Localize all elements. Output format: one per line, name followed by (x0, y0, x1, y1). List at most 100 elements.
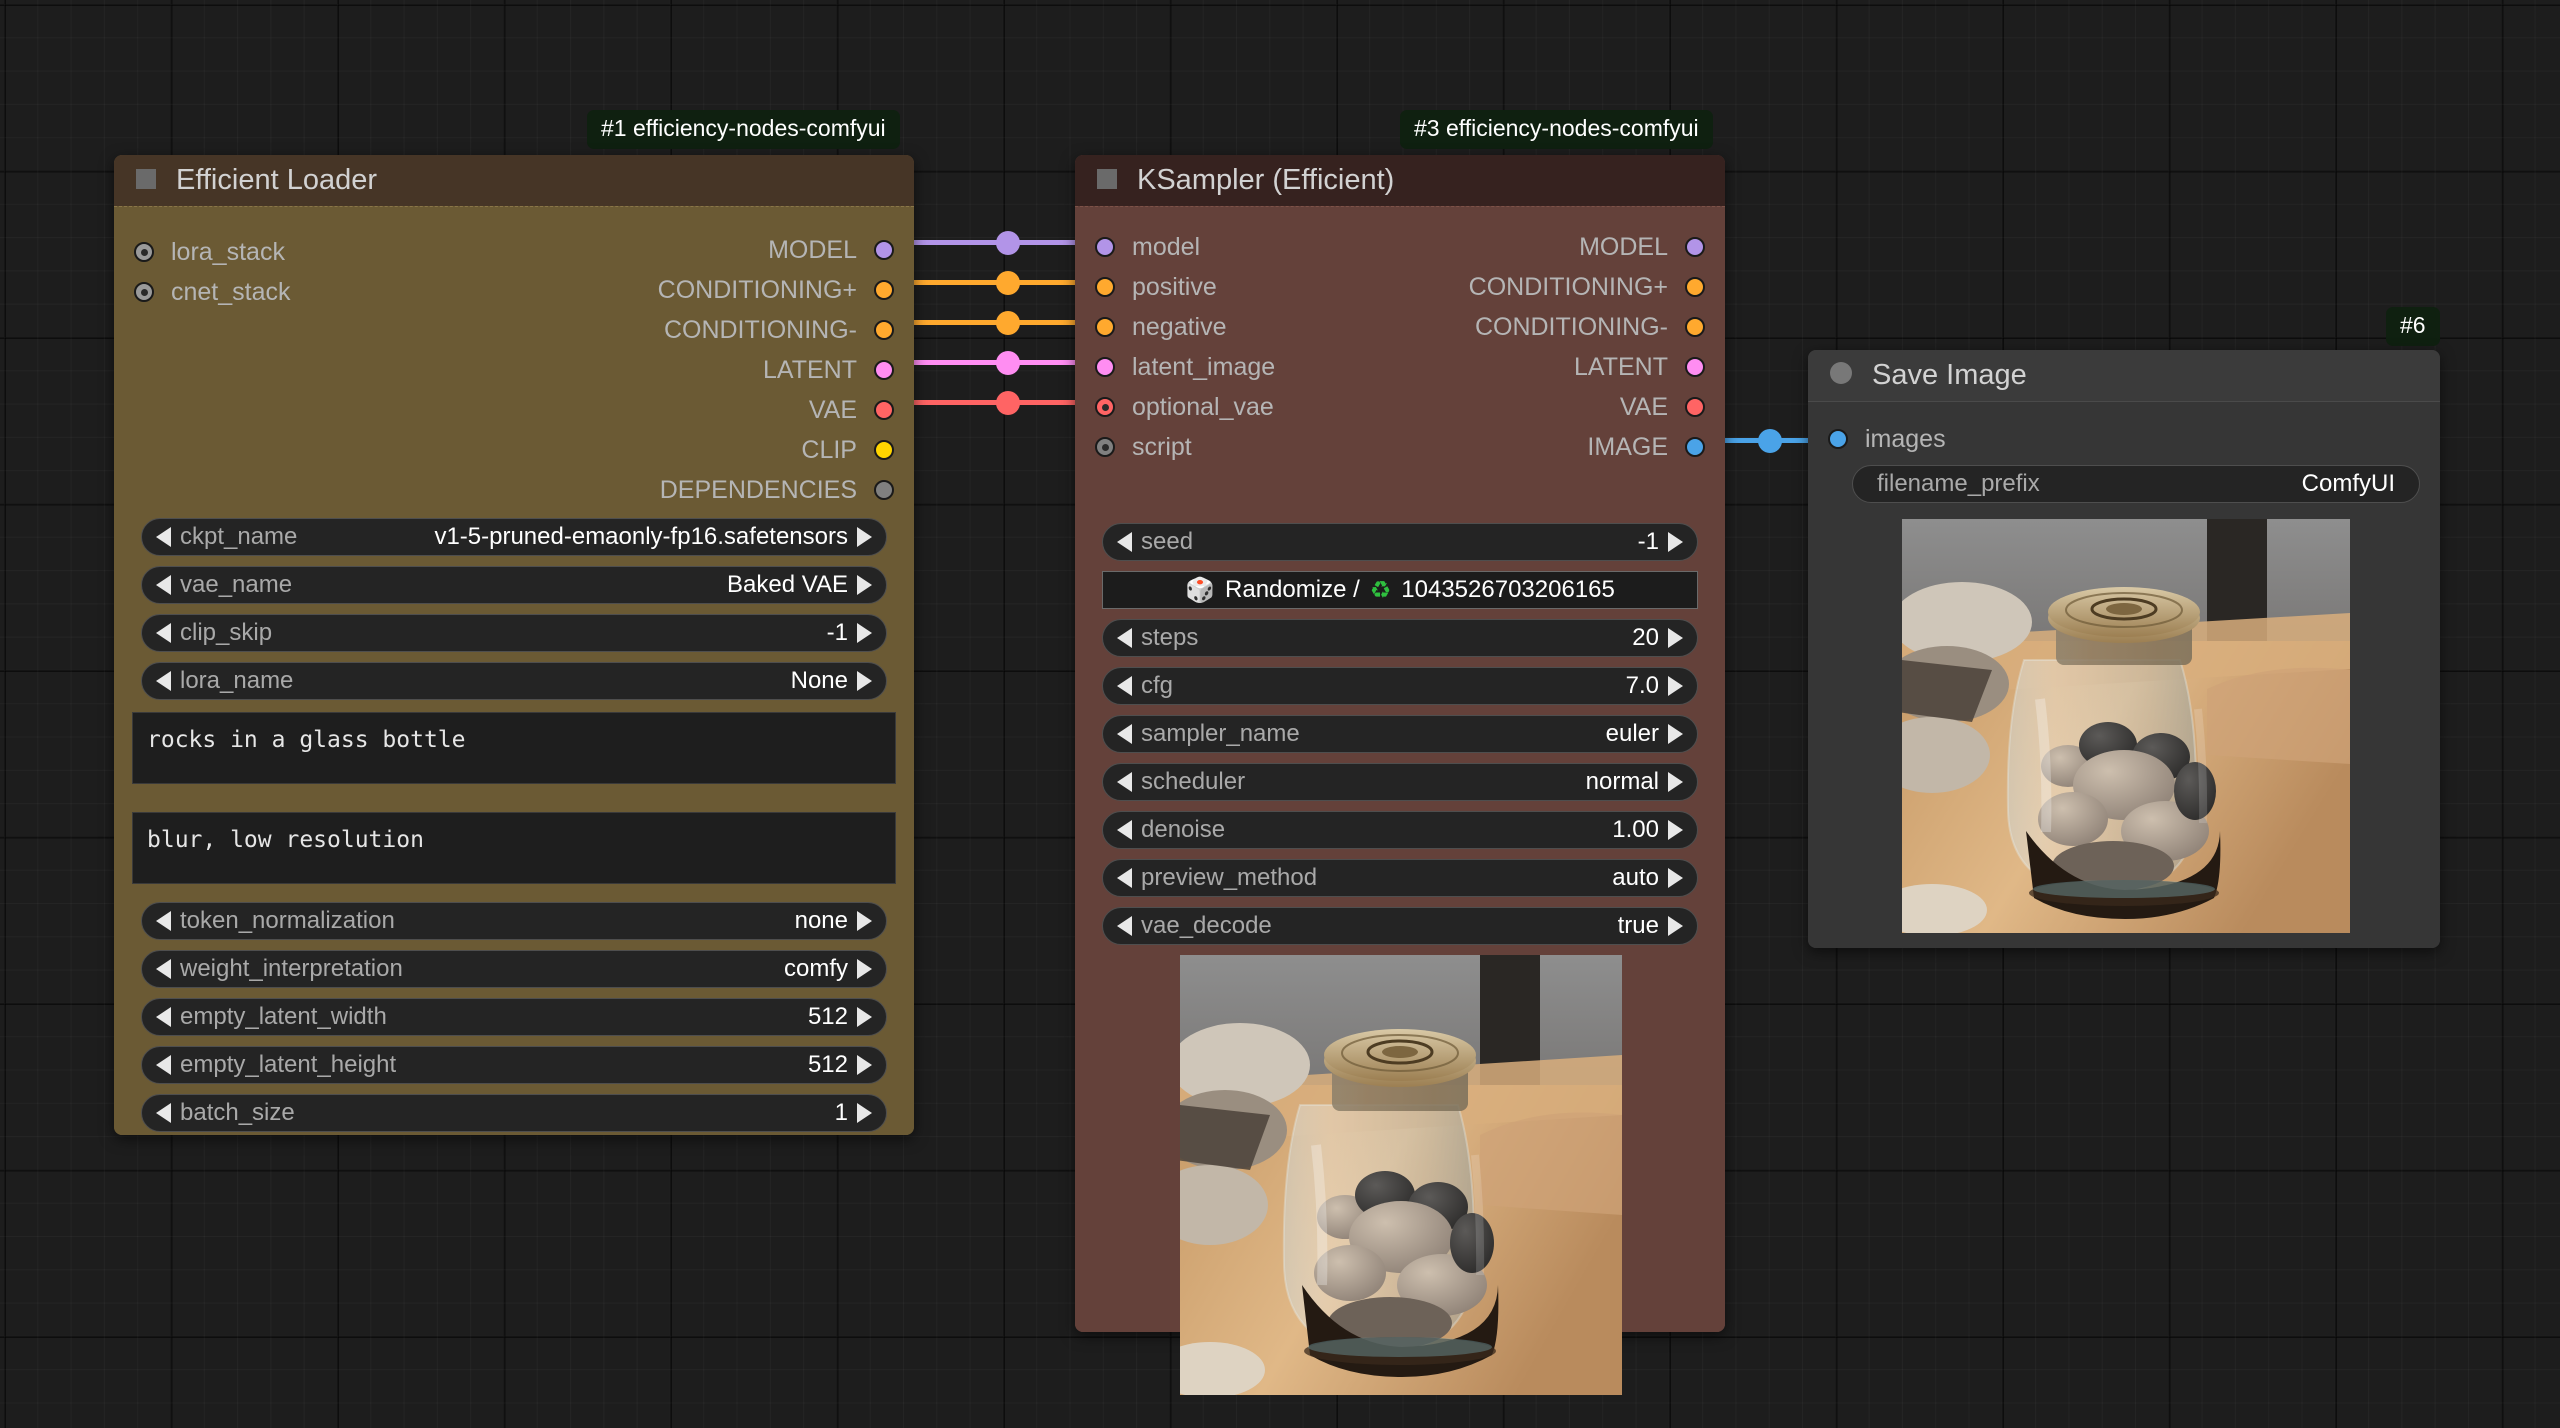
positive-prompt-textarea[interactable]: rocks in a glass bottle (132, 712, 896, 784)
slot-dot-negative[interactable] (1095, 317, 1115, 337)
slot-dot-positive[interactable] (1095, 277, 1115, 297)
link-dot-vae[interactable] (996, 391, 1020, 415)
widget-token-normalization[interactable]: token_normalization none (141, 902, 887, 940)
slot-dot-conditioning-minus[interactable] (874, 320, 894, 340)
slot-dot-clip[interactable] (874, 440, 894, 460)
slot-dot-conditioning-minus-out[interactable] (1685, 317, 1705, 337)
output-slot-model[interactable]: MODEL (1579, 232, 1705, 262)
widget-batch-size[interactable]: batch_size 1 (141, 1094, 887, 1132)
input-slot-positive[interactable]: positive (1095, 272, 1217, 302)
output-slot-clip[interactable]: CLIP (801, 435, 894, 465)
output-slot-conditioning-minus[interactable]: CONDITIONING- (1475, 312, 1705, 342)
increment-arrow-icon[interactable] (1668, 676, 1683, 696)
output-slot-vae[interactable]: VAE (809, 395, 894, 425)
widget-steps[interactable]: steps 20 (1102, 619, 1698, 657)
input-slot-images[interactable]: images (1828, 424, 1946, 454)
slot-dot-vae[interactable] (874, 400, 894, 420)
slot-dot-script[interactable] (1095, 437, 1115, 457)
node-title-efficient-loader[interactable]: Efficient Loader (114, 155, 914, 206)
widget-preview-method[interactable]: preview_method auto (1102, 859, 1698, 897)
increment-arrow-icon[interactable] (857, 527, 872, 547)
slot-dot-model[interactable] (1095, 237, 1115, 257)
link-dot-positive[interactable] (996, 271, 1020, 295)
slot-dot-vae-out[interactable] (1685, 397, 1705, 417)
link-dot-negative[interactable] (996, 311, 1020, 335)
input-slot-lora-stack[interactable]: lora_stack (134, 237, 285, 267)
increment-arrow-icon[interactable] (1668, 772, 1683, 792)
input-slot-negative[interactable]: negative (1095, 312, 1227, 342)
node-title-save-image[interactable]: Save Image (1808, 350, 2440, 401)
node-title-ksampler[interactable]: KSampler (Efficient) (1075, 155, 1725, 206)
slot-dot-conditioning-plus[interactable] (874, 280, 894, 300)
slot-dot-model-out[interactable] (1685, 237, 1705, 257)
decrement-arrow-icon[interactable] (1117, 628, 1132, 648)
increment-arrow-icon[interactable] (1668, 724, 1683, 744)
sampler-preview-image[interactable] (1180, 955, 1622, 1395)
slot-dot-latent-image[interactable] (1095, 357, 1115, 377)
widget-lora-name[interactable]: lora_name None (141, 662, 887, 700)
decrement-arrow-icon[interactable] (156, 1007, 171, 1027)
slot-dot-image-out[interactable] (1685, 437, 1705, 457)
decrement-arrow-icon[interactable] (1117, 916, 1132, 936)
output-slot-conditioning-plus[interactable]: CONDITIONING+ (658, 275, 894, 305)
decrement-arrow-icon[interactable] (1117, 820, 1132, 840)
widget-ckpt-name[interactable]: ckpt_name v1-5-pruned-emaonly-fp16.safet… (141, 518, 887, 556)
increment-arrow-icon[interactable] (1668, 628, 1683, 648)
output-slot-conditioning-minus[interactable]: CONDITIONING- (664, 315, 894, 345)
input-slot-script[interactable]: script (1095, 432, 1192, 462)
decrement-arrow-icon[interactable] (1117, 532, 1132, 552)
widget-seed[interactable]: seed -1 (1102, 523, 1698, 561)
output-slot-latent[interactable]: LATENT (763, 355, 894, 385)
widget-clip-skip[interactable]: clip_skip -1 (141, 614, 887, 652)
decrement-arrow-icon[interactable] (156, 671, 171, 691)
save-image-preview[interactable] (1902, 519, 2350, 933)
slot-dot-lora-stack[interactable] (134, 242, 154, 262)
increment-arrow-icon[interactable] (1668, 532, 1683, 552)
decrement-arrow-icon[interactable] (156, 911, 171, 931)
node-efficient-loader[interactable]: Efficient Loader lora_stack cnet_stack M… (114, 155, 914, 1135)
increment-arrow-icon[interactable] (857, 671, 872, 691)
node-save-image[interactable]: Save Image images filename_prefix ComfyU… (1808, 350, 2440, 948)
increment-arrow-icon[interactable] (857, 575, 872, 595)
link-dot-latent[interactable] (996, 351, 1020, 375)
slot-dot-latent[interactable] (874, 360, 894, 380)
widget-weight-interpretation[interactable]: weight_interpretation comfy (141, 950, 887, 988)
decrement-arrow-icon[interactable] (156, 959, 171, 979)
decrement-arrow-icon[interactable] (1117, 676, 1132, 696)
decrement-arrow-icon[interactable] (156, 1055, 171, 1075)
decrement-arrow-icon[interactable] (156, 575, 171, 595)
slot-dot-images[interactable] (1828, 429, 1848, 449)
widget-sampler-name[interactable]: sampler_name euler (1102, 715, 1698, 753)
increment-arrow-icon[interactable] (857, 911, 872, 931)
input-slot-optional-vae[interactable]: optional_vae (1095, 392, 1274, 422)
increment-arrow-icon[interactable] (1668, 916, 1683, 936)
link-dot-model[interactable] (996, 231, 1020, 255)
increment-arrow-icon[interactable] (857, 1007, 872, 1027)
decrement-arrow-icon[interactable] (1117, 772, 1132, 792)
decrement-arrow-icon[interactable] (156, 527, 171, 547)
widget-empty-latent-height[interactable]: empty_latent_height 512 (141, 1046, 887, 1084)
negative-prompt-textarea[interactable]: blur, low resolution (132, 812, 896, 884)
input-slot-latent-image[interactable]: latent_image (1095, 352, 1275, 382)
slot-dot-latent-out[interactable] (1685, 357, 1705, 377)
decrement-arrow-icon[interactable] (1117, 868, 1132, 888)
widget-vae-decode[interactable]: vae_decode true (1102, 907, 1698, 945)
slot-dot-optional-vae[interactable] (1095, 397, 1115, 417)
output-slot-dependencies[interactable]: DEPENDENCIES (660, 475, 894, 505)
widget-vae-name[interactable]: vae_name Baked VAE (141, 566, 887, 604)
widget-empty-latent-width[interactable]: empty_latent_width 512 (141, 998, 887, 1036)
output-slot-image[interactable]: IMAGE (1587, 432, 1705, 462)
slot-dot-model[interactable] (874, 240, 894, 260)
input-slot-model[interactable]: model (1095, 232, 1200, 262)
randomize-seed-control[interactable]: 🎲 Randomize / ♻ 1043526703206165 (1102, 571, 1698, 609)
decrement-arrow-icon[interactable] (156, 623, 171, 643)
widget-filename-prefix[interactable]: filename_prefix ComfyUI (1852, 465, 2420, 503)
widget-cfg[interactable]: cfg 7.0 (1102, 667, 1698, 705)
widget-scheduler[interactable]: scheduler normal (1102, 763, 1698, 801)
slot-dot-dependencies[interactable] (874, 480, 894, 500)
output-slot-latent[interactable]: LATENT (1574, 352, 1705, 382)
decrement-arrow-icon[interactable] (156, 1103, 171, 1123)
increment-arrow-icon[interactable] (1668, 868, 1683, 888)
graph-canvas[interactable]: #1 efficiency-nodes-comfyui Efficient Lo… (0, 0, 2560, 1428)
widget-denoise[interactable]: denoise 1.00 (1102, 811, 1698, 849)
